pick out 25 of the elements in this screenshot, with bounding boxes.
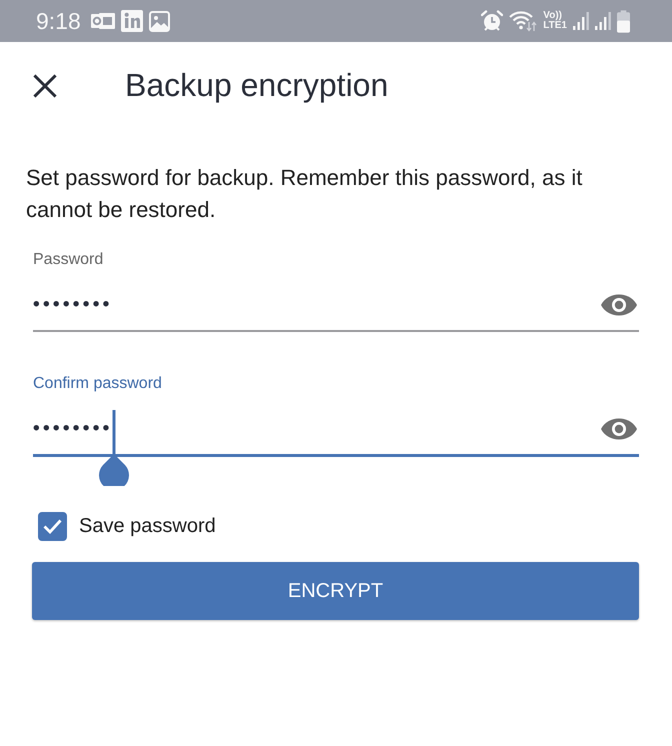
password-field[interactable]: Password •••••••• (33, 250, 639, 332)
status-time: 9:18 (36, 8, 81, 34)
password-field[interactable]: Confirm password •••••••• (33, 374, 639, 487)
checkbox-label: Save password (79, 514, 216, 538)
eye-icon[interactable] (601, 293, 637, 317)
signal-icon (595, 11, 611, 31)
save-password-checkbox[interactable] (38, 512, 67, 540)
description-text: Set password for backup. Remember this password, as it cannot be restored. (26, 164, 584, 224)
battery-icon (617, 10, 630, 32)
eye-icon[interactable] (601, 417, 637, 441)
signal-icon (573, 11, 589, 31)
app-notification-icon (90, 11, 115, 31)
masked-password: •••••••• (33, 418, 113, 440)
wifi-icon (509, 10, 538, 32)
image-icon (148, 10, 170, 32)
field-label: Password (33, 250, 104, 270)
encrypt-button[interactable]: ENCRYPT (32, 562, 639, 620)
field-label: Confirm password (33, 374, 163, 394)
page-title: Backup encryption (125, 66, 388, 104)
network-type-label: Vo)) LTE1 (543, 11, 567, 31)
close-icon[interactable] (33, 74, 57, 98)
app-notification-icon (120, 10, 143, 32)
alarm-icon (481, 10, 504, 32)
checkmark-icon (43, 518, 62, 534)
masked-password: •••••••• (33, 294, 113, 316)
